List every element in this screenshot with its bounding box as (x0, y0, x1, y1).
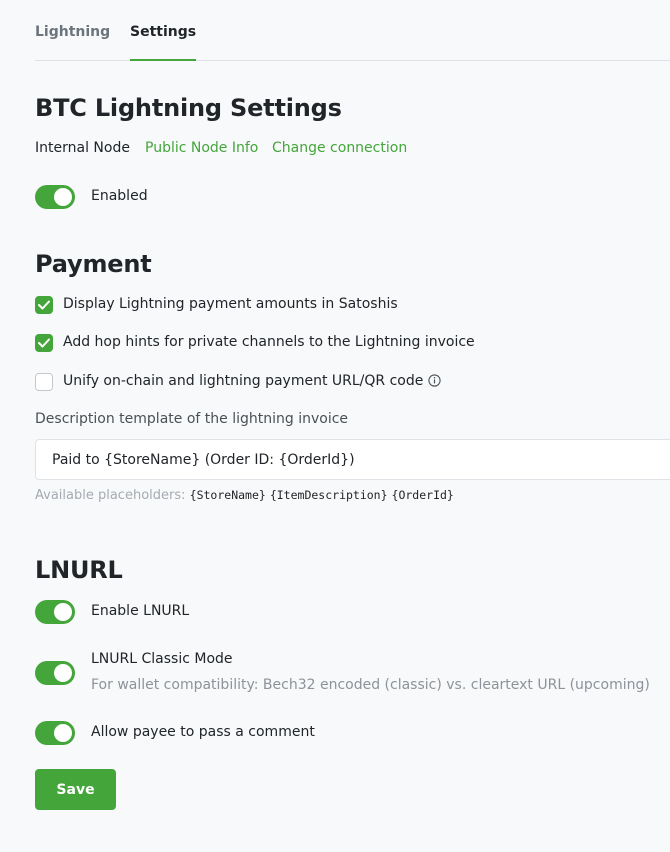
hop-hints-label: Add hop hints for private channels to th… (63, 334, 475, 350)
placeholder-itemdescription: {ItemDescription} (269, 488, 388, 502)
tab-lightning[interactable]: Lightning (35, 24, 110, 41)
internal-node-label: Internal Node (35, 140, 130, 156)
check-icon (38, 300, 50, 310)
tab-bar: Lightning Settings (35, 0, 670, 61)
enable-lnurl-label: Enable LNURL (91, 603, 190, 619)
lnurl-classic-help: For wallet compatibility: Bech32 encoded… (91, 677, 650, 693)
description-input[interactable] (35, 439, 670, 480)
allow-comment-label: Allow payee to pass a comment (91, 724, 315, 740)
enabled-toggle[interactable] (35, 185, 75, 209)
allow-comment-toggle[interactable] (35, 721, 75, 745)
lnurl-heading: LNURL (35, 556, 123, 584)
unify-checkbox[interactable] (35, 373, 53, 391)
lnurl-classic-label: LNURL Classic Mode (91, 651, 233, 667)
description-label: Description template of the lightning in… (35, 411, 349, 427)
enable-lnurl-toggle[interactable] (35, 600, 75, 624)
satoshis-checkbox[interactable] (35, 296, 53, 314)
page-title: BTC Lightning Settings (35, 94, 342, 122)
placeholders-hint: Available placeholders: {StoreName} {Item… (35, 487, 458, 504)
unify-label-wrap: Unify on-chain and lightning payment URL… (63, 373, 441, 390)
check-icon (38, 338, 50, 348)
info-icon[interactable] (428, 374, 441, 387)
change-connection-link[interactable]: Change connection (272, 140, 407, 157)
placeholder-storename: {StoreName} (189, 488, 266, 502)
enabled-label: Enabled (91, 188, 148, 204)
hop-hints-checkbox[interactable] (35, 334, 53, 352)
placeholders-label: Available placeholders: (35, 488, 186, 503)
payment-heading: Payment (35, 250, 152, 278)
placeholder-orderid: {OrderId} (391, 488, 454, 502)
unify-label: Unify on-chain and lightning payment URL… (63, 373, 424, 389)
save-button[interactable]: Save (35, 769, 116, 810)
tab-settings[interactable]: Settings (130, 24, 197, 61)
satoshis-label: Display Lightning payment amounts in Sat… (63, 296, 398, 312)
lnurl-classic-toggle[interactable] (35, 661, 75, 685)
public-node-info-link[interactable]: Public Node Info (145, 140, 258, 157)
